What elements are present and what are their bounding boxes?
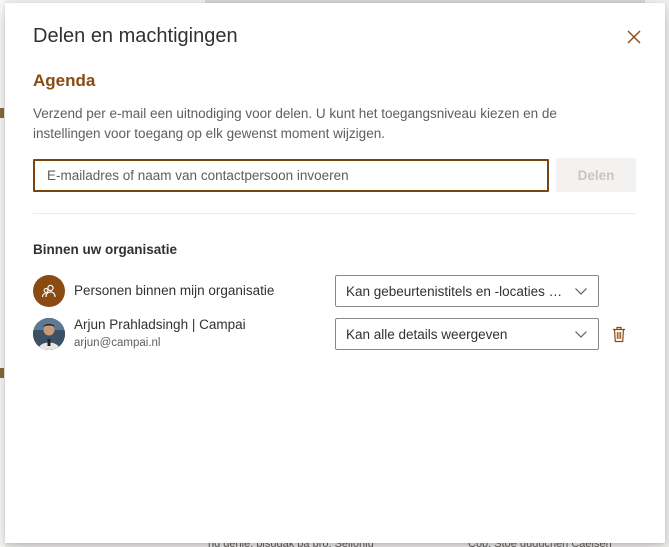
share-row-person: Arjun Prahladsingh | Campai arjun@campai… (33, 316, 643, 356)
organization-heading: Binnen uw organisatie (33, 242, 178, 257)
person-email: arjun@campai.nl (74, 337, 161, 349)
background-marker (0, 368, 4, 378)
close-icon (627, 30, 641, 44)
permission-value: Kan gebeurtenistitels en -locaties weerg… (346, 283, 574, 299)
chevron-down-icon (575, 331, 587, 338)
share-button[interactable]: Delen (556, 158, 636, 192)
divider (33, 213, 636, 214)
person-name: Arjun Prahladsingh | Campai (74, 317, 246, 332)
user-photo-icon (33, 318, 65, 350)
permission-dropdown[interactable]: Kan alle details weergeven (335, 318, 599, 350)
trash-icon (613, 326, 625, 342)
people-icon (33, 275, 65, 307)
chevron-down-icon (575, 288, 587, 295)
share-row-organization: Personen binnen mijn organisatie Kan geb… (33, 273, 643, 313)
permission-value: Kan alle details weergeven (346, 326, 508, 342)
email-input[interactable] (33, 159, 549, 192)
close-button[interactable] (623, 26, 645, 48)
people-glyph (41, 284, 56, 298)
background-marker (0, 108, 4, 118)
person-name: Personen binnen mijn organisatie (74, 283, 275, 298)
calendar-name: Agenda (33, 71, 96, 90)
share-permissions-dialog: Delen en machtigingen Agenda Verzend per… (5, 3, 665, 543)
permission-dropdown[interactable]: Kan gebeurtenistitels en -locaties weerg… (335, 275, 599, 307)
user-photo-avatar (33, 318, 65, 350)
remove-button[interactable] (610, 324, 628, 344)
share-description: Verzend per e-mail een uitnodiging voor … (33, 106, 557, 141)
dialog-title: Delen en machtigingen (33, 25, 238, 47)
